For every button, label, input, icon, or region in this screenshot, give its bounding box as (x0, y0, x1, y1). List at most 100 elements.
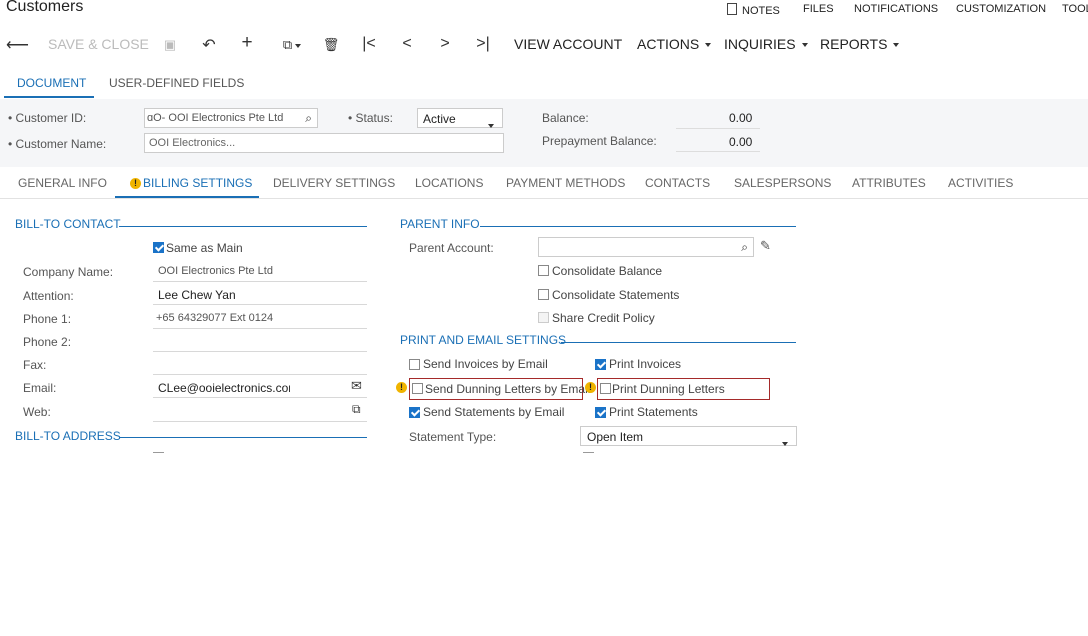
web-input[interactable] (153, 421, 367, 422)
field-underline (153, 328, 367, 329)
send-invoices-label: Send Invoices by Email (423, 357, 548, 371)
phone2-input[interactable] (153, 351, 367, 352)
envelope-icon[interactable]: ✉ (351, 378, 362, 394)
prepayment-balance-label: Prepayment Balance: (542, 134, 657, 148)
reports-menu[interactable]: REPORTS (820, 36, 900, 52)
tab-document[interactable]: DOCUMENT (17, 76, 86, 90)
tab-user-defined-fields[interactable]: USER-DEFINED FIELDS (109, 76, 244, 90)
parent-info-heading: PARENT INFO (400, 217, 480, 231)
customer-name-input[interactable]: OOI Electronics... (144, 133, 504, 153)
section-line (561, 342, 796, 343)
external-link-icon[interactable]: ⧉ (352, 402, 361, 417)
tools-link[interactable]: TOOL (1062, 3, 1088, 15)
prepayment-balance-value: 0.00 (729, 135, 753, 149)
section-line (119, 226, 367, 227)
inquiries-menu[interactable]: INQUIRIES (724, 36, 808, 52)
notes-icon (727, 3, 737, 15)
last-record-icon[interactable]: >| (473, 35, 493, 53)
parent-account-input[interactable]: ⌕ (538, 237, 754, 257)
customer-id-label: • Customer ID: (8, 111, 87, 125)
phone1-value[interactable]: +65 64329077 Ext 0124 (156, 312, 286, 324)
first-record-icon[interactable]: |< (359, 35, 379, 53)
files-link[interactable]: FILES (803, 3, 834, 15)
copy-paste-icon[interactable]: ⧉ (276, 37, 308, 53)
bill-to-contact-heading: BILL-TO CONTACT (15, 217, 121, 231)
consolidate-statements-checkbox[interactable] (538, 289, 549, 300)
send-invoices-checkbox[interactable] (409, 359, 420, 370)
pencil-icon[interactable]: ✎ (760, 238, 771, 254)
tab-salespersons[interactable]: SALESPERSONS (734, 176, 831, 190)
company-name-value[interactable]: OOI Electronics Pte Ltd (158, 265, 278, 277)
save-close-button[interactable]: SAVE & CLOSE (48, 36, 149, 52)
consolidate-balance-checkbox[interactable] (538, 265, 549, 276)
field-underline (153, 397, 367, 398)
same-as-main-label: Same as Main (166, 241, 243, 255)
next-record-icon[interactable]: > (435, 35, 455, 53)
send-statements-checkbox[interactable] (409, 407, 420, 418)
statement-type-label: Statement Type: (409, 430, 497, 444)
tabs-divider (0, 198, 1088, 199)
tab-delivery-settings[interactable]: DELIVERY SETTINGS (273, 176, 395, 190)
add-icon[interactable]: + (237, 32, 257, 54)
field-underline (153, 281, 367, 282)
print-invoices-label: Print Invoices (609, 357, 682, 371)
email-value[interactable]: CLee@ooielectronics.com (158, 381, 290, 395)
section-line (480, 226, 796, 227)
section-line (119, 437, 367, 438)
notes-link[interactable]: NOTES (727, 3, 780, 17)
chevron-down-icon (705, 43, 712, 48)
balance-label: Balance: (542, 111, 589, 125)
field-underline (153, 304, 367, 305)
tab-contacts[interactable]: CONTACTS (645, 176, 710, 190)
blank-area (0, 454, 1088, 636)
attention-label: Attention: (23, 289, 74, 303)
page-title: Customers (6, 0, 84, 15)
delete-icon[interactable]: 🗑 (321, 37, 341, 53)
chevron-down-icon (801, 43, 808, 48)
share-credit-policy-checkbox[interactable] (538, 312, 549, 323)
save-icon[interactable]: ▣ (160, 37, 180, 53)
company-name-label: Company Name: (23, 265, 114, 279)
email-label: Email: (23, 381, 57, 395)
consolidate-statements-label: Consolidate Statements (552, 288, 680, 302)
statement-type-select[interactable]: Open Item (580, 426, 797, 446)
print-statements-label: Print Statements (609, 405, 698, 419)
print-statements-checkbox[interactable] (595, 407, 606, 418)
web-label: Web: (23, 405, 51, 419)
chevron-down-icon (782, 435, 788, 453)
active-tab-underline (4, 96, 94, 98)
customer-id-input[interactable]: ɑO- OOI Electronics Pte Ltd ⌕ (144, 108, 318, 128)
same-as-main-checkbox[interactable] (153, 242, 164, 253)
search-icon[interactable]: ⌕ (305, 111, 312, 126)
previous-record-icon[interactable]: < (397, 35, 417, 53)
view-account-button[interactable]: VIEW ACCOUNT (514, 36, 622, 52)
print-dunning-label: Print Dunning Letters (612, 382, 725, 396)
actions-menu[interactable]: ACTIONS (637, 36, 712, 52)
warning-icon: ! (396, 382, 407, 393)
balance-underline (676, 128, 760, 129)
phone2-label: Phone 2: (23, 335, 72, 349)
tab-activities[interactable]: ACTIVITIES (948, 176, 1013, 190)
print-invoices-checkbox[interactable] (595, 359, 606, 370)
print-dunning-checkbox[interactable] (600, 383, 611, 394)
tab-attributes[interactable]: ATTRIBUTES (852, 176, 926, 190)
tab-billing-settings[interactable]: ! BILLING SETTINGS (130, 176, 252, 190)
chevron-down-icon (893, 43, 900, 48)
tab-locations[interactable]: LOCATIONS (415, 176, 483, 190)
fax-input[interactable] (153, 374, 367, 375)
search-icon[interactable]: ⌕ (741, 240, 748, 255)
warning-icon: ! (130, 178, 141, 189)
customization-link[interactable]: CUSTOMIZATION (956, 3, 1046, 15)
back-icon[interactable]: ⟵ (6, 35, 29, 55)
prepayment-underline (676, 151, 760, 152)
print-email-heading: PRINT AND EMAIL SETTINGS (400, 333, 567, 347)
send-dunning-checkbox[interactable] (412, 383, 423, 394)
tab-general-info[interactable]: GENERAL INFO (18, 176, 107, 190)
notifications-link[interactable]: NOTIFICATIONS (854, 3, 938, 15)
tab-payment-methods[interactable]: PAYMENT METHODS (506, 176, 625, 190)
consolidate-balance-label: Consolidate Balance (552, 264, 663, 278)
status-select[interactable]: Active (417, 108, 503, 128)
bill-to-address-heading: BILL-TO ADDRESS (15, 429, 121, 443)
undo-icon[interactable]: ↶ (199, 35, 219, 55)
attention-value[interactable]: Lee Chew Yan (158, 288, 236, 302)
